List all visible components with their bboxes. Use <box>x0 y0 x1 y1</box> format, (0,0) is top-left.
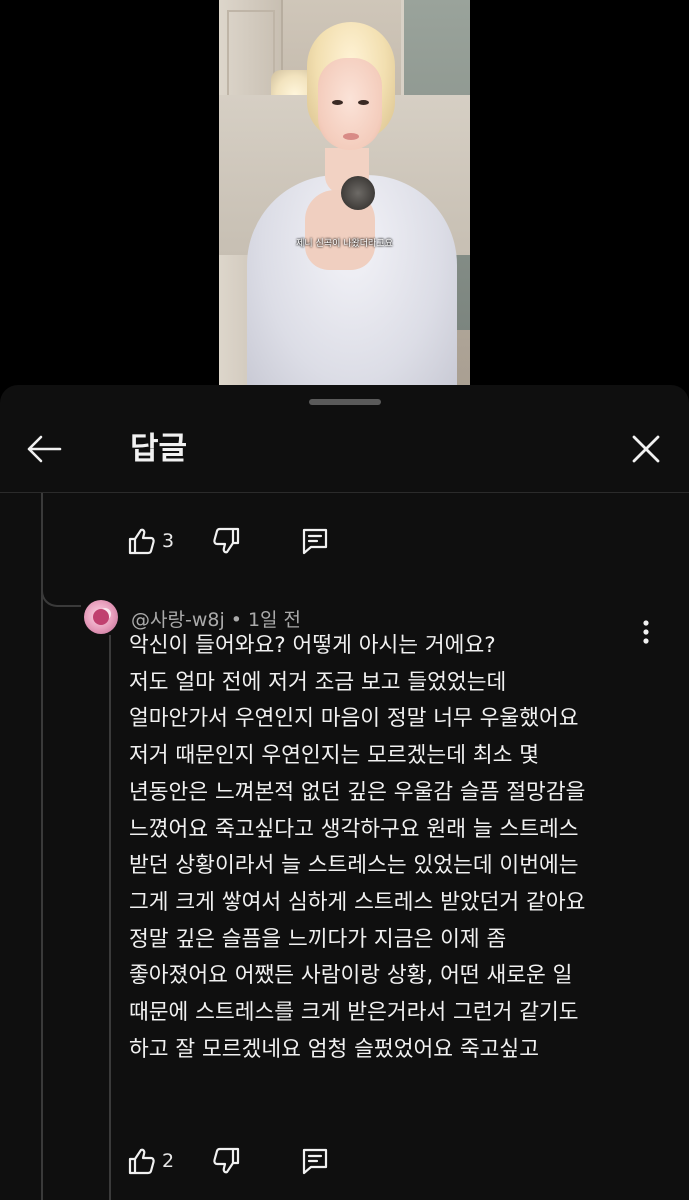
comment-icon <box>300 1146 330 1176</box>
like-button[interactable]: 2 <box>126 1139 212 1183</box>
comment-line: 하고 잘 모르겠네요 엄청 슬펐었어요 죽고싶고 <box>129 1036 539 1062</box>
avatar-image <box>93 609 109 625</box>
reply-thread-line <box>109 635 111 1200</box>
video-microphone <box>341 176 375 210</box>
comment-text: 악신이 들어와요? 어떻게 아시는 거에요? 저도 얼마 전에 저거 조금 보고… <box>129 628 649 1068</box>
parent-comment-actions: 3 <box>126 519 344 563</box>
sheet-drag-handle[interactable] <box>309 399 381 405</box>
comment-line: 정말 깊은 슬픔을 느끼다가 지금은 이제 좀 <box>129 926 507 952</box>
thread-connector <box>41 575 81 607</box>
reply-button[interactable] <box>300 1139 344 1183</box>
comment-line: 얼마안가서 우연인지 마음이 정말 너무 우울했어요 <box>129 706 579 732</box>
comment-line: 년동안은 느껴본적 없던 깊은 우울감 슬픔 절망감을 <box>129 779 586 805</box>
thumbs-down-icon <box>212 1146 242 1176</box>
thumbs-up-icon <box>126 526 156 556</box>
like-count: 3 <box>162 530 175 552</box>
comment-line: 느꼈어요 죽고싶다고 생각하구요 원래 늘 스트레스 <box>129 816 579 842</box>
video-person-lips <box>343 133 359 140</box>
reply-comment-actions: 2 <box>126 1139 344 1183</box>
thumbs-up-icon <box>126 1146 156 1176</box>
page-title: 답글 <box>130 431 188 467</box>
video-subtitle: 제니 신곡이 나왔더라고요 <box>296 239 393 249</box>
like-count: 2 <box>162 1150 175 1172</box>
video-frame[interactable]: 제니 신곡이 나왔더라고요 <box>219 0 470 385</box>
comment-line: 때문에 스트레스를 크게 받은거라서 그런거 같기도 <box>129 1000 579 1026</box>
comment-line: 저거 때문인지 우연인지는 모르겠는데 최소 몇 <box>129 743 539 769</box>
like-button[interactable]: 3 <box>126 519 212 563</box>
comment-icon <box>300 526 330 556</box>
comment-line: 받던 상황이라서 늘 스트레스는 있었는데 이번에는 <box>129 853 579 879</box>
arrow-left-icon <box>26 434 62 464</box>
app-root: 제니 신곡이 나왔더라고요 답글 3 @사랑-w8j • 1일 전 악신이 들어… <box>0 0 689 1200</box>
avatar[interactable] <box>84 600 118 634</box>
back-button[interactable] <box>22 427 66 471</box>
reply-button[interactable] <box>300 519 344 563</box>
comment-line: 좋아졌어요 어쨌든 사람이랑 상황, 어떤 새로운 일 <box>129 963 573 989</box>
comment-line: 악신이 들어와요? 어떻게 아시는 거에요? <box>129 633 496 658</box>
video-person-eye <box>332 100 343 105</box>
dislike-button[interactable] <box>212 519 300 563</box>
close-icon <box>631 434 661 464</box>
thumbs-down-icon <box>212 526 242 556</box>
close-button[interactable] <box>624 427 668 471</box>
header-divider <box>0 492 689 493</box>
comment-line: 그게 크게 쌓여서 심하게 스트레스 받았던거 같아요 <box>129 889 586 915</box>
replies-sheet: 답글 3 @사랑-w8j • 1일 전 악신이 들어와요? 어떻게 아시는 거에… <box>0 385 689 1200</box>
video-player[interactable]: 제니 신곡이 나왔더라고요 <box>0 0 689 385</box>
dislike-button[interactable] <box>212 1139 300 1183</box>
comment-line: 저도 얼마 전에 저거 조금 보고 들었었는데 <box>129 669 507 695</box>
video-person-eye <box>358 100 369 105</box>
sheet-header: 답글 <box>0 413 689 491</box>
